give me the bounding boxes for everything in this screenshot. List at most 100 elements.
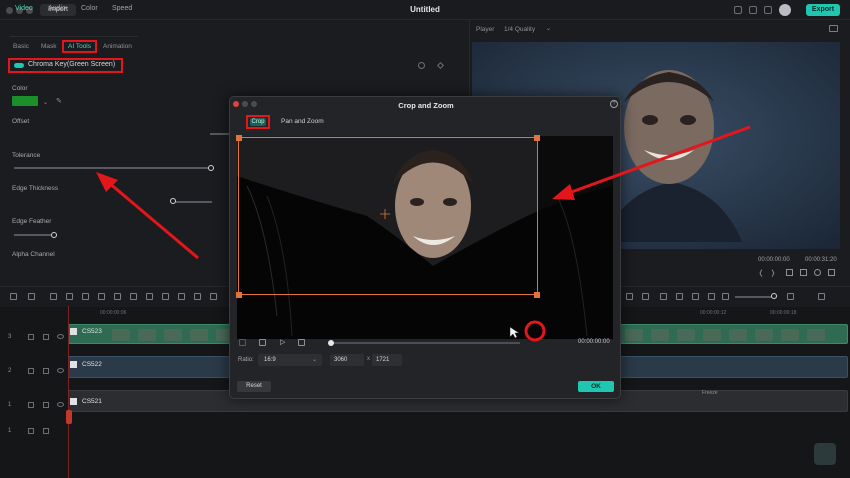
- layout-icon[interactable]: [10, 293, 17, 300]
- seek-knob[interactable]: [328, 340, 334, 346]
- clip-icon: [70, 361, 77, 368]
- dimension-separator: x: [367, 356, 370, 362]
- height-field[interactable]: 1721: [372, 354, 402, 366]
- step-back-icon[interactable]: [259, 339, 266, 346]
- volume-icon[interactable]: [814, 269, 821, 276]
- lock-icon[interactable]: [28, 402, 34, 408]
- play-icon[interactable]: ▷: [280, 338, 285, 346]
- tolerance-slider[interactable]: [14, 167, 212, 169]
- image-icon[interactable]: [692, 293, 699, 300]
- camera-icon[interactable]: [800, 269, 807, 276]
- subtab-basic[interactable]: Basic: [13, 43, 29, 50]
- ratio-select[interactable]: 16:9 ⌄: [258, 354, 322, 366]
- stabilize-icon[interactable]: [162, 293, 169, 300]
- alpha-channel-label: Alpha Channel: [12, 251, 55, 258]
- prev-frame-icon[interactable]: ❬: [758, 269, 764, 277]
- tab-pan-and-zoom[interactable]: Pan and Zoom: [281, 118, 324, 125]
- tolerance-slider-knob[interactable]: [208, 165, 214, 171]
- lock-icon[interactable]: [28, 368, 34, 374]
- chevron-down-icon[interactable]: ⌄: [546, 25, 551, 32]
- edge-thickness-slider[interactable]: [172, 201, 212, 203]
- color-icon[interactable]: [146, 293, 153, 300]
- zoom-slider-knob[interactable]: [771, 293, 777, 299]
- more-icon[interactable]: [210, 293, 217, 300]
- snapshot-icon[interactable]: [829, 25, 838, 32]
- tab-audio[interactable]: Audio: [48, 5, 66, 12]
- undo-icon[interactable]: [50, 293, 57, 300]
- tab-speed[interactable]: Speed: [112, 5, 132, 12]
- window-close-button[interactable]: [6, 7, 13, 14]
- chevron-down-icon: ⌄: [312, 357, 318, 363]
- fullscreen-icon[interactable]: [828, 269, 835, 276]
- offset-slider[interactable]: [210, 133, 230, 135]
- ratio-value: 16:9: [264, 357, 276, 363]
- ai-icon[interactable]: [708, 293, 715, 300]
- record-icon[interactable]: [676, 293, 683, 300]
- mute-icon[interactable]: [43, 402, 49, 408]
- eye-icon[interactable]: [57, 402, 64, 407]
- clip-label: CS523: [82, 328, 102, 335]
- chevron-down-icon[interactable]: ⌄: [43, 99, 48, 106]
- monitor-icon[interactable]: [734, 6, 742, 14]
- zoom-in-icon[interactable]: [787, 293, 794, 300]
- crop-handle-top-right[interactable]: [534, 135, 540, 141]
- save-icon[interactable]: [749, 6, 757, 14]
- mic-icon[interactable]: [660, 293, 667, 300]
- width-field[interactable]: 3060: [330, 354, 364, 366]
- eye-icon[interactable]: [57, 368, 64, 373]
- playhead-handle[interactable]: [66, 410, 72, 424]
- seek-bar[interactable]: [330, 342, 520, 344]
- playhead[interactable]: [68, 306, 69, 478]
- tab-color[interactable]: Color: [81, 5, 98, 12]
- select-tool-icon[interactable]: [28, 293, 35, 300]
- marker-icon[interactable]: [626, 293, 633, 300]
- lock-icon[interactable]: [28, 334, 34, 340]
- crop-rectangle[interactable]: [238, 137, 538, 295]
- tab-crop[interactable]: Crop: [250, 118, 266, 126]
- shield-icon[interactable]: [642, 293, 649, 300]
- eye-icon[interactable]: [57, 334, 64, 339]
- next-frame-icon[interactable]: ❭: [770, 269, 776, 277]
- chroma-key-toggle[interactable]: [14, 63, 24, 68]
- player-label: Player: [476, 26, 495, 33]
- subtab-mask[interactable]: Mask: [41, 43, 57, 50]
- zoom-out-icon[interactable]: [722, 293, 729, 300]
- text-icon[interactable]: [114, 293, 121, 300]
- redo-icon[interactable]: [66, 293, 73, 300]
- help-icon[interactable]: ?: [610, 100, 618, 108]
- tab-video[interactable]: Video: [15, 5, 33, 12]
- lock-icon[interactable]: [28, 428, 34, 434]
- edge-feather-slider[interactable]: [14, 234, 54, 236]
- subtab-ai-tools[interactable]: AI Tools: [68, 43, 91, 50]
- avatar[interactable]: [779, 4, 791, 16]
- prev-icon[interactable]: [239, 339, 246, 346]
- stop-icon[interactable]: [298, 339, 305, 346]
- columns-icon[interactable]: [818, 293, 825, 300]
- eyedropper-icon[interactable]: ✎: [56, 97, 62, 105]
- reset-button[interactable]: Reset: [237, 381, 271, 392]
- display-icon[interactable]: [786, 269, 793, 276]
- clip-icon: [70, 328, 77, 335]
- reset-icon[interactable]: [418, 62, 425, 69]
- split-icon[interactable]: [98, 293, 105, 300]
- ok-button[interactable]: OK: [578, 381, 614, 392]
- edge-thickness-slider-knob[interactable]: [170, 198, 176, 204]
- crop-icon[interactable]: [130, 293, 137, 300]
- edge-feather-slider-knob[interactable]: [51, 232, 57, 238]
- delete-icon[interactable]: [82, 293, 89, 300]
- mute-icon[interactable]: [43, 428, 49, 434]
- crop-handle-top-left[interactable]: [236, 135, 242, 141]
- quality-select[interactable]: 1/4 Quality: [504, 26, 535, 33]
- crop-handle-bottom-left[interactable]: [236, 292, 242, 298]
- export-button[interactable]: Export: [806, 4, 840, 16]
- ai-assistant-icon[interactable]: [814, 443, 836, 465]
- mute-icon[interactable]: [43, 334, 49, 340]
- settings-icon[interactable]: [764, 6, 772, 14]
- color-swatch[interactable]: [12, 96, 38, 106]
- mute-icon[interactable]: [43, 368, 49, 374]
- crop-handle-bottom-right[interactable]: [534, 292, 540, 298]
- effects-icon[interactable]: [178, 293, 185, 300]
- audio-icon[interactable]: [194, 293, 201, 300]
- subtab-animation[interactable]: Animation: [103, 43, 132, 50]
- dialog-time: 00:00:00:00: [578, 339, 610, 345]
